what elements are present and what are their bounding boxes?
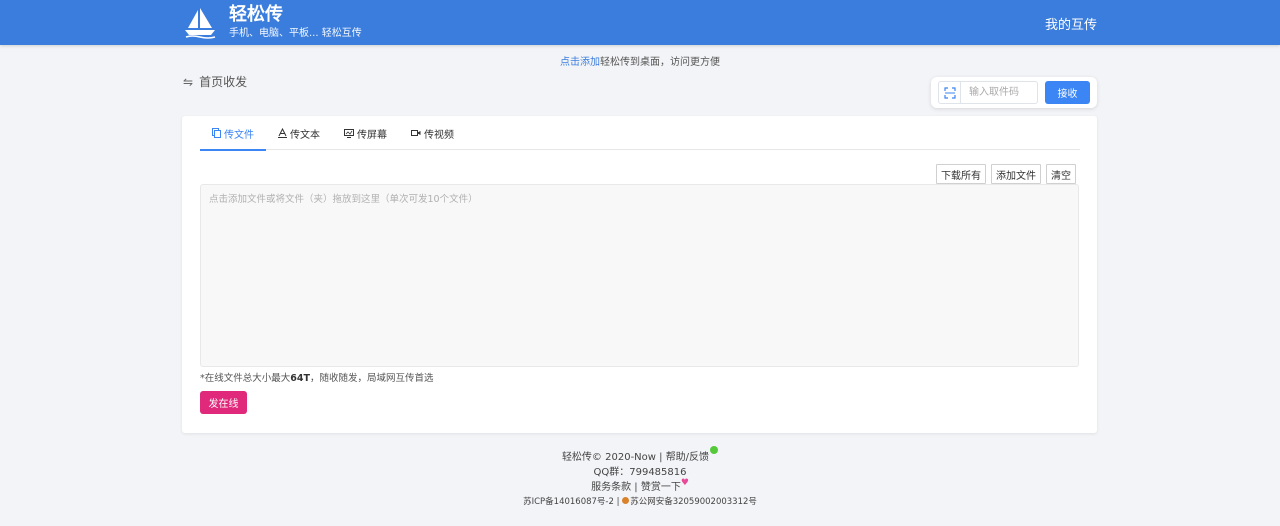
terms-link[interactable]: 服务条款 bbox=[591, 482, 631, 493]
text-icon bbox=[278, 128, 287, 138]
send-online-button[interactable]: 发在线 bbox=[200, 391, 247, 414]
add-to-desktop-hint: 点击添加轻松传到桌面，访问更方便 bbox=[0, 53, 1280, 68]
sailboat-logo-icon bbox=[185, 8, 216, 39]
upload-card: 传文件 传文本 传屏幕 传视频 下载所有 添加文件 清空 点击添加文件或将文件（… bbox=[182, 116, 1097, 433]
screen-icon bbox=[344, 128, 354, 138]
heart-icon: ♥ bbox=[680, 478, 689, 488]
my-transfers-link[interactable]: 我的互传 bbox=[1045, 14, 1097, 33]
police-badge-icon bbox=[622, 497, 630, 504]
footer: 轻松传© 2020-Now | 帮助/反馈 QQ群：799485816 服务条款… bbox=[0, 446, 1280, 510]
icp-link[interactable]: 苏ICP备14016087号-2 bbox=[523, 497, 614, 507]
receive-button[interactable]: 接收 bbox=[1045, 81, 1090, 104]
receive-panel: 接收 bbox=[931, 77, 1097, 108]
file-dropzone[interactable]: 点击添加文件或将文件（夹）拖放到这里（单次可发10个文件） bbox=[200, 184, 1079, 367]
tab-send-text[interactable]: 传文本 bbox=[266, 116, 332, 150]
breadcrumb: ⇋ 首页收发 bbox=[183, 73, 247, 90]
copy-icon bbox=[212, 128, 221, 138]
clear-button[interactable]: 清空 bbox=[1046, 164, 1076, 184]
dropzone-placeholder: 点击添加文件或将文件（夹）拖放到这里（单次可发10个文件） bbox=[209, 194, 478, 205]
tab-send-file[interactable]: 传文件 bbox=[200, 116, 266, 151]
tab-label: 传视频 bbox=[424, 129, 454, 141]
breadcrumb-label: 首页收发 bbox=[199, 75, 248, 89]
notification-dot-icon bbox=[710, 446, 719, 454]
video-icon bbox=[411, 129, 421, 137]
download-all-button[interactable]: 下载所有 bbox=[936, 164, 986, 184]
police-record-link[interactable]: 苏公网安备32059002003312号 bbox=[630, 497, 757, 507]
scan-icon[interactable] bbox=[939, 82, 961, 103]
swap-arrows-icon: ⇋ bbox=[183, 74, 194, 89]
hint-text: 轻松传到桌面，访问更方便 bbox=[600, 57, 720, 68]
add-file-button[interactable]: 添加文件 bbox=[991, 164, 1041, 184]
pickup-code-input[interactable] bbox=[961, 82, 1037, 103]
qq-group: QQ群：799485816 bbox=[593, 467, 687, 478]
help-feedback-link[interactable]: 帮助/反馈 bbox=[666, 452, 709, 463]
app-title: 轻松传 bbox=[229, 4, 283, 25]
tab-label: 传文件 bbox=[224, 129, 254, 141]
tab-send-screen[interactable]: 传屏幕 bbox=[332, 116, 399, 150]
separator: | bbox=[655, 452, 666, 463]
tab-label: 传屏幕 bbox=[357, 129, 387, 141]
app-subtitle: 手机、电脑、平板... 轻松互传 bbox=[229, 28, 362, 39]
brand[interactable]: 轻松传 手机、电脑、平板... 轻松互传 bbox=[183, 5, 362, 41]
top-bar: 轻松传 手机、电脑、平板... 轻松互传 我的互传 bbox=[0, 0, 1280, 45]
tab-label: 传文本 bbox=[290, 129, 320, 141]
add-to-desktop-link[interactable]: 点击添加 bbox=[560, 57, 600, 68]
note-size: 64T bbox=[290, 373, 310, 384]
pickup-code-field bbox=[938, 81, 1038, 104]
size-note: *在线文件总大小最大64T，随收随发，局域网互传首选 bbox=[200, 370, 433, 384]
transfer-tabs: 传文件 传文本 传屏幕 传视频 bbox=[200, 116, 1080, 151]
tab-send-video[interactable]: 传视频 bbox=[399, 116, 466, 150]
file-actions: 下载所有 添加文件 清空 bbox=[936, 164, 1076, 184]
note-prefix: *在线文件总大小最大 bbox=[200, 373, 291, 384]
separator: | bbox=[613, 497, 623, 507]
note-suffix: ，随收随发，局域网互传首选 bbox=[309, 373, 434, 384]
donate-link[interactable]: 赞赏一下 bbox=[641, 482, 681, 493]
separator: | bbox=[631, 482, 641, 493]
copyright: 轻松传© 2020-Now bbox=[561, 452, 656, 463]
